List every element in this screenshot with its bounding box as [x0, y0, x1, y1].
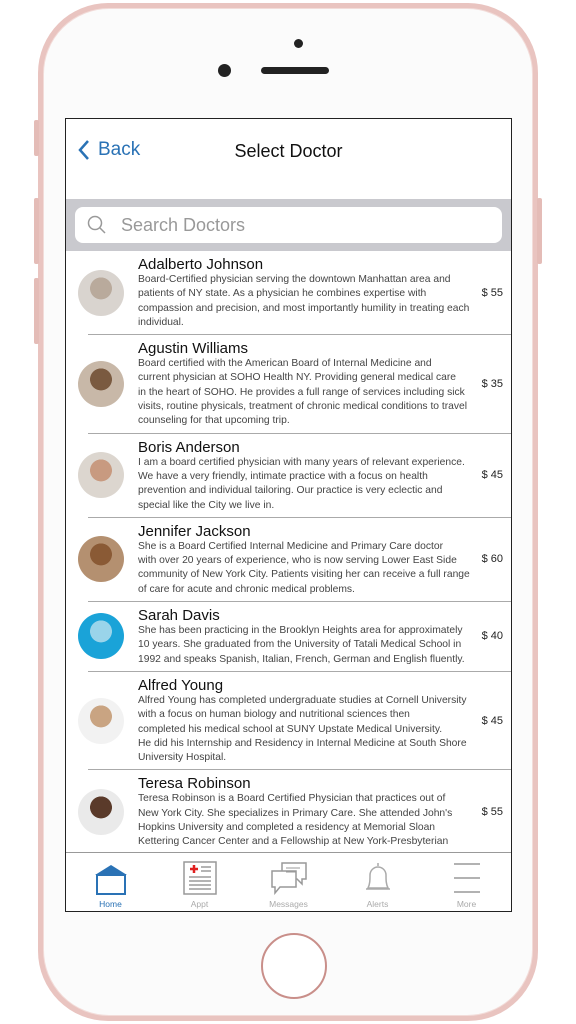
- doctor-description: Alfred Young has completed undergraduate…: [138, 694, 467, 764]
- page-title: Select Doctor: [234, 141, 343, 161]
- bell-icon: [362, 861, 394, 899]
- doctor-name: Boris Anderson: [138, 438, 240, 456]
- tab-label: Messages: [269, 899, 308, 909]
- nav-header: Back Select Doctor: [66, 119, 511, 199]
- appointment-icon: [182, 861, 217, 899]
- doctor-name: Jennifer Jackson: [138, 522, 251, 540]
- tab-bar: Home Appt Messages Alerts More: [66, 852, 511, 911]
- doctor-avatar: [78, 360, 124, 407]
- doctor-price: $ 35: [481, 377, 503, 390]
- volume-up-button: [34, 198, 39, 264]
- tab-messages[interactable]: Messages: [244, 853, 333, 911]
- tab-alerts[interactable]: Alerts: [333, 853, 422, 911]
- tab-label: Appt: [190, 899, 209, 909]
- search-field[interactable]: [75, 207, 502, 243]
- doctor-avatar: [78, 613, 124, 660]
- tab-appt[interactable]: Appt: [155, 853, 244, 911]
- doctor-row[interactable]: Sarah Davis She has been practicing in t…: [78, 602, 511, 672]
- doctor-description: Board certified with the American Board …: [138, 358, 468, 427]
- search-input[interactable]: [121, 214, 451, 236]
- search-icon: [87, 215, 106, 234]
- volume-down-button: [34, 278, 39, 344]
- doctor-description: She is a Board Certified Internal Medici…: [138, 540, 470, 595]
- doctor-row[interactable]: Teresa Robinson Teresa Robinson is a Boa…: [78, 770, 511, 854]
- doctor-avatar: [78, 452, 124, 499]
- doctor-price: $ 60: [481, 553, 503, 566]
- earpiece-speaker: [261, 67, 329, 74]
- doctor-name: Alfred Young: [138, 676, 224, 694]
- doctor-avatar: [78, 536, 124, 583]
- doctor-description: Teresa Robinson is a Board Certified Phy…: [138, 793, 453, 848]
- home-hardware-button[interactable]: [261, 933, 327, 999]
- doctor-description: Board-Certified physician serving the do…: [138, 274, 470, 328]
- messages-icon: [270, 861, 308, 899]
- search-bar: [66, 199, 511, 251]
- doctor-row[interactable]: Adalberto Johnson Board-Certified physic…: [78, 251, 511, 336]
- doctor-name: Adalberto Johnson: [138, 256, 264, 273]
- doctor-row[interactable]: Jennifer Jackson She is a Board Certifie…: [78, 518, 511, 603]
- home-icon: [93, 863, 129, 899]
- app-screen: Back Select Doctor Adalberto Johnson Boa…: [65, 118, 512, 912]
- doctor-price: $ 55: [481, 286, 503, 299]
- doctor-row[interactable]: Boris Anderson I am a board certified ph…: [78, 434, 511, 518]
- doctor-list[interactable]: Adalberto Johnson Board-Certified physic…: [66, 251, 511, 854]
- doctor-name: Sarah Davis: [138, 607, 220, 625]
- tab-label: Home: [99, 899, 122, 909]
- doctor-description: She has been practicing in the Brooklyn …: [138, 625, 465, 665]
- menu-icon: [453, 861, 481, 899]
- tab-label: Alerts: [366, 899, 389, 909]
- tab-more[interactable]: More: [422, 853, 511, 911]
- doctor-price: $ 55: [481, 806, 503, 819]
- front-sensor: [294, 39, 303, 48]
- doctor-price: $ 40: [481, 630, 503, 643]
- doctor-row[interactable]: Agustin Williams Board certified with th…: [78, 335, 511, 434]
- doctor-name: Agustin Williams: [138, 340, 249, 358]
- doctor-avatar: [78, 697, 124, 744]
- doctor-row[interactable]: Alfred Young Alfred Young has completed …: [78, 672, 511, 771]
- front-camera: [218, 64, 231, 77]
- doctor-avatar: [78, 789, 124, 836]
- tab-home[interactable]: Home: [66, 853, 155, 911]
- mute-switch: [34, 120, 39, 156]
- power-button: [537, 198, 542, 264]
- doctor-avatar: [78, 269, 124, 316]
- doctor-price: $ 45: [481, 714, 503, 727]
- tab-label: More: [456, 899, 477, 909]
- doctor-description: I am a board certified physician with ma…: [138, 456, 465, 511]
- doctor-price: $ 45: [481, 469, 503, 482]
- doctor-name: Teresa Robinson: [138, 775, 251, 793]
